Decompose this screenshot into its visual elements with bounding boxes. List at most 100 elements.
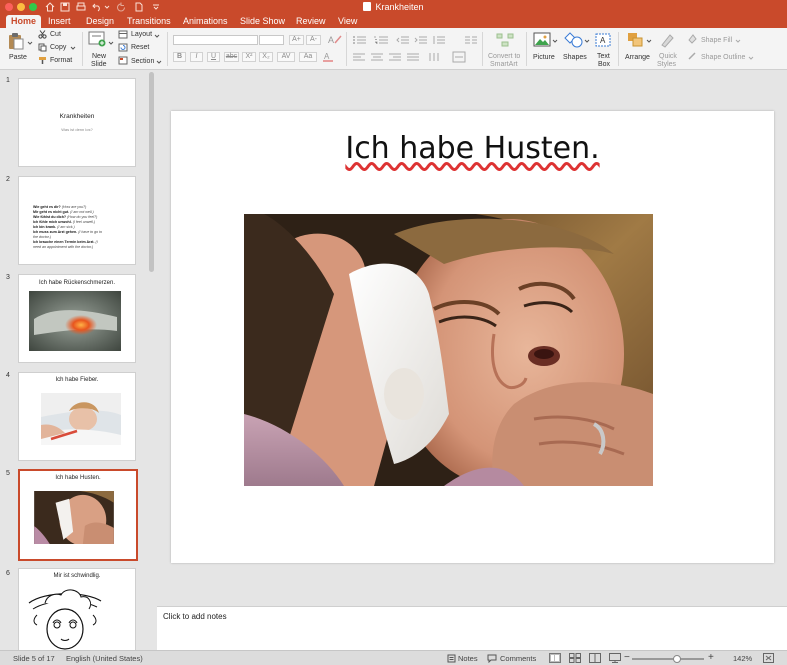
format-painter-icon <box>39 57 46 64</box>
section-button[interactable]: Section <box>131 57 154 66</box>
normal-view-icon[interactable] <box>549 653 561 663</box>
line-english: (I am sick.) <box>57 225 75 229</box>
line-english: (How are you?) <box>61 205 87 209</box>
new-slide-icon <box>88 31 106 47</box>
thumbnail-title: Ich habe Fieber. <box>55 377 99 383</box>
section-dropdown-icon[interactable] <box>156 59 162 65</box>
bold-button[interactable]: B <box>173 52 186 62</box>
shape-fill-button[interactable]: Shape Fill <box>701 36 732 45</box>
line-german: Ich muss zum Arzt gehen. <box>33 230 78 234</box>
superscript-button[interactable]: X² <box>242 52 256 62</box>
decrease-font-size-button[interactable]: A- <box>306 35 321 45</box>
picture-dropdown-icon[interactable] <box>552 38 558 44</box>
tab-animations[interactable]: Animations <box>178 15 233 28</box>
tab-home[interactable]: Home <box>6 15 42 28</box>
font-name-field[interactable] <box>173 35 258 45</box>
notes-toggle-button[interactable]: Notes <box>458 654 478 663</box>
shape-fill-dropdown-icon[interactable] <box>735 38 741 44</box>
justify-icon[interactable] <box>406 52 420 62</box>
text-direction-icon[interactable] <box>428 51 444 63</box>
back-pain-thumbnail-image <box>29 291 121 351</box>
format-painter-button[interactable]: Format <box>50 56 72 65</box>
zoom-in-button[interactable]: + <box>708 652 714 663</box>
slide-title[interactable]: Ich habe Husten. <box>171 131 774 166</box>
comments-toggle-button[interactable]: Comments <box>500 654 536 663</box>
line-spacing-icon[interactable] <box>432 35 446 45</box>
numbering-icon[interactable] <box>374 35 390 45</box>
line-english: (I feel unwell.) <box>72 220 96 224</box>
cut-button[interactable]: Cut <box>50 30 61 39</box>
align-right-icon[interactable] <box>388 52 402 62</box>
new-slide-dropdown-icon[interactable] <box>108 40 114 46</box>
zoom-slider-thumb[interactable] <box>672 655 681 663</box>
decrease-indent-icon[interactable] <box>396 35 410 45</box>
subscript-button[interactable]: X₂ <box>259 52 273 62</box>
thumbnail-text-list: Wie geht es dir? (How are you?) Mir geht… <box>33 205 102 250</box>
align-center-icon[interactable] <box>370 52 384 62</box>
tab-transitions[interactable]: Transitions <box>122 15 176 28</box>
reset-button[interactable]: Reset <box>131 43 149 52</box>
tab-view[interactable]: View <box>333 15 362 28</box>
shape-outline-button[interactable]: Shape Outline <box>701 53 745 62</box>
slide-canvas[interactable]: Ich habe Husten. <box>171 111 774 563</box>
slide-number: 5 <box>6 470 10 477</box>
character-spacing-button[interactable]: AV <box>277 52 295 62</box>
shapes-dropdown-icon[interactable] <box>584 38 590 44</box>
font-size-field[interactable] <box>259 35 284 45</box>
line-german: Ich bin krank. <box>33 225 57 229</box>
font-color-icon[interactable]: A <box>322 51 336 63</box>
new-slide-label-2: Slide <box>91 61 107 68</box>
align-left-icon[interactable] <box>352 52 366 62</box>
thumbnail-scrollbar[interactable] <box>149 72 154 272</box>
columns-icon[interactable] <box>464 35 478 45</box>
ribbon-separator <box>167 32 168 66</box>
notes-icon <box>447 654 456 663</box>
underline-button[interactable]: U <box>207 52 220 62</box>
bullets-icon[interactable] <box>352 35 368 45</box>
slide-sorter-view-icon[interactable] <box>569 653 581 663</box>
slide-thumbnail-3[interactable]: Ich habe Rückenschmerzen. <box>18 274 136 363</box>
shape-fill-icon <box>688 34 697 44</box>
shape-outline-dropdown-icon[interactable] <box>748 55 754 61</box>
tab-insert[interactable]: Insert <box>43 15 76 28</box>
picture-label: Picture <box>533 54 555 61</box>
layout-dropdown-icon[interactable] <box>154 33 160 39</box>
italic-button[interactable]: I <box>190 52 203 62</box>
slide-thumbnail-pane[interactable]: 1 Krankheiten Was ist denn los? 2 Wie ge… <box>0 70 157 650</box>
slide-show-view-icon[interactable] <box>609 653 621 663</box>
arrange-dropdown-icon[interactable] <box>646 38 652 44</box>
ribbon-tab-bar: Home Insert Design Transitions Animation… <box>0 14 787 28</box>
increase-indent-icon[interactable] <box>414 35 428 45</box>
slide-thumbnail-6[interactable]: Mir ist schwindlig. <box>18 568 136 650</box>
zoom-slider[interactable] <box>632 655 704 663</box>
copy-dropdown-icon[interactable] <box>70 45 76 51</box>
notes-pane[interactable]: Click to add notes <box>157 606 787 650</box>
fit-to-window-icon[interactable] <box>763 653 774 663</box>
slide-thumbnail-4[interactable]: Ich habe Fieber. <box>18 372 136 461</box>
slide-thumbnail-1[interactable]: Krankheiten Was ist denn los? <box>18 78 136 167</box>
zoom-out-button[interactable]: − <box>624 652 630 663</box>
increase-font-size-button[interactable]: A+ <box>289 35 304 45</box>
clear-formatting-icon[interactable]: A <box>327 34 343 45</box>
change-case-button[interactable]: Aa <box>299 52 317 62</box>
notes-placeholder[interactable]: Click to add notes <box>163 612 227 621</box>
tab-slide-show[interactable]: Slide Show <box>235 15 290 28</box>
zoom-level[interactable]: 142% <box>733 654 752 663</box>
tab-review[interactable]: Review <box>291 15 331 28</box>
slide-thumbnail-2[interactable]: Wie geht es dir? (How are you?) Mir geht… <box>18 176 136 265</box>
language-indicator[interactable]: English (United States) <box>66 654 143 663</box>
reading-view-icon[interactable] <box>589 653 601 663</box>
slide-thumbnail-5[interactable]: Ich habe Husten. <box>18 469 138 561</box>
copy-button[interactable]: Copy <box>50 43 66 52</box>
quick-styles-label-2: Styles <box>657 61 677 68</box>
slide-photo[interactable] <box>244 214 653 486</box>
slide-number: 3 <box>6 274 10 281</box>
arrange-label: Arrange <box>625 54 650 61</box>
layout-button[interactable]: Layout <box>131 30 152 39</box>
tab-design[interactable]: Design <box>81 15 119 28</box>
scissors-icon <box>38 30 47 39</box>
line-english: (I have to go to <box>78 230 103 234</box>
strikethrough-button[interactable]: abc <box>224 52 239 62</box>
paste-dropdown-icon[interactable] <box>27 40 33 46</box>
align-text-icon[interactable] <box>452 51 468 63</box>
